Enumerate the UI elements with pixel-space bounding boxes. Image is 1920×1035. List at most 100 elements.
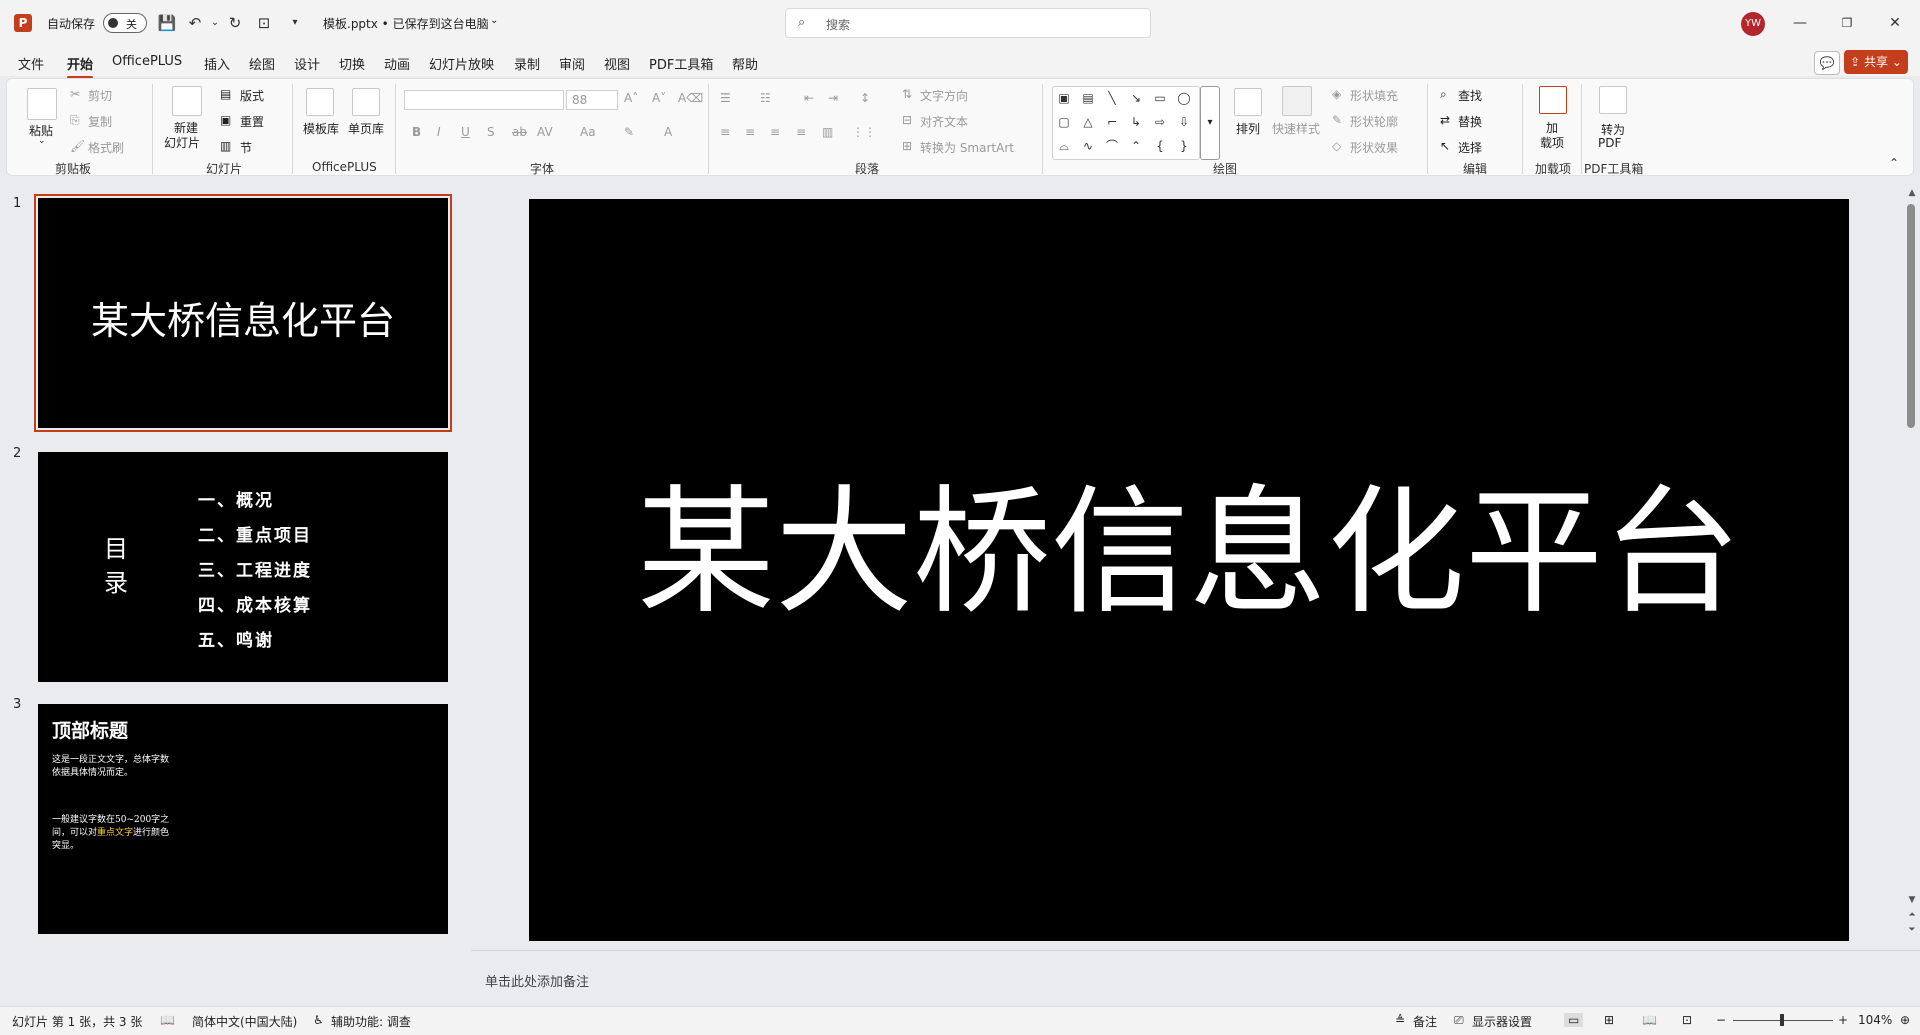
increase-font-icon[interactable]: A˄ [624,91,638,105]
format-painter-icon[interactable]: 🖌 [70,139,85,153]
font-color-icon[interactable]: A [664,125,672,139]
left-brace-icon[interactable]: { [1151,137,1169,155]
convert-pdf-icon[interactable] [1599,86,1627,114]
character-spacing-icon[interactable]: AV [537,125,553,139]
new-slide-label-2[interactable]: 幻灯片 [164,134,200,151]
addins-icon[interactable] [1539,86,1567,114]
redo-icon[interactable]: ↻ [224,12,246,34]
present-from-start-icon[interactable]: ⊡ [253,12,275,34]
align-text-button[interactable]: 对齐文本 [920,113,968,130]
numbering-icon[interactable]: ☷ [760,91,771,105]
shape-fill-icon[interactable]: ◈ [1332,87,1341,101]
language-indicator[interactable]: 简体中文(中国大陆) [192,1013,297,1030]
decrease-font-icon[interactable]: A˅ [652,91,666,105]
increase-indent-icon[interactable]: ⇥ [828,91,838,105]
zoom-in-icon[interactable]: + [1838,1013,1848,1027]
next-slide-icon[interactable]: ⏷ [1906,925,1918,935]
convert-pdf-label-2[interactable]: PDF [1598,136,1621,150]
tab-design[interactable]: 设计 [294,54,320,73]
current-slide-canvas[interactable]: 某大桥信息化平台 [529,199,1849,941]
shapes-gallery[interactable]: ▣ ▤ ╲ ↘ ▭ ◯ ▢ △ ⌐ ↳ ⇨ ⇩ ⌓ ∿ ⌒ ⌃ { } [1052,86,1200,160]
arrange-icon[interactable] [1234,88,1262,116]
align-left-icon[interactable]: ≡ [720,125,730,139]
smartart-icon[interactable]: ⊞ [902,139,912,153]
tab-view[interactable]: 视图 [604,54,630,73]
notes-placeholder[interactable]: 单击此处添加备注 [485,971,589,990]
copy-icon[interactable]: ⎘ [70,113,80,128]
line-spacing-icon[interactable]: ↕ [860,91,870,105]
vertical-text-box-icon[interactable]: ▤ [1079,89,1097,107]
decrease-indent-icon[interactable]: ⇤ [804,91,814,105]
scrollbar-thumb[interactable] [1907,204,1915,428]
shape-effects-icon[interactable]: ◇ [1332,139,1341,153]
text-box-icon[interactable]: ▣ [1055,89,1073,107]
find-icon[interactable]: ⌕ [1440,87,1447,102]
font-name-field[interactable] [404,90,564,110]
rounded-rectangle-icon[interactable]: ▢ [1055,113,1073,131]
right-brace-icon[interactable]: } [1175,137,1193,155]
shape-outline-button[interactable]: 形状轮廓 [1350,113,1398,130]
freeform-icon[interactable]: ∿ [1079,137,1097,155]
tab-transitions[interactable]: 切换 [339,54,365,73]
select-icon[interactable]: ↖ [1440,139,1450,153]
comments-icon[interactable]: 💬 [1814,51,1840,75]
document-menu-chevron-icon[interactable]: ⌄ [490,15,498,26]
restore-icon[interactable]: ❐ [1832,12,1862,34]
strikethrough-icon[interactable]: ab [512,125,527,139]
oval-icon[interactable]: ◯ [1175,89,1193,107]
align-text-icon[interactable]: ⊟ [902,113,912,127]
tab-help[interactable]: 帮助 [732,54,758,73]
spelling-icon[interactable]: 📖 [160,1013,175,1027]
scroll-up-icon[interactable]: ▲ [1906,188,1918,198]
zoom-out-icon[interactable]: − [1716,1013,1726,1027]
reading-view-icon[interactable]: 📖 [1642,1013,1657,1027]
tab-review[interactable]: 审阅 [559,54,585,73]
fit-to-window-icon[interactable]: ⊕ [1900,1013,1910,1027]
shapes-more-icon[interactable]: ▾ [1200,86,1220,160]
slide-thumbnail-2[interactable]: 目 录 一、概况 二、重点项目 三、工程进度 四、成本核算 五、鸣谢 [38,452,448,682]
new-slide-icon[interactable] [172,86,202,116]
user-avatar[interactable]: YW [1741,12,1765,36]
align-center-icon[interactable]: ≡ [745,125,755,139]
text-direction-icon[interactable]: ⇅ [902,87,912,101]
align-right-icon[interactable]: ≡ [770,125,780,139]
justify-icon[interactable]: ≡ [796,125,806,139]
scroll-down-icon[interactable]: ▼ [1906,895,1918,905]
collapse-ribbon-icon[interactable]: ⌃ [1889,156,1899,170]
reset-icon[interactable]: ▣ [220,113,231,127]
arc-icon[interactable]: ⌒ [1103,137,1121,155]
italic-icon[interactable]: I [437,125,441,139]
bullets-icon[interactable]: ☰ [720,91,731,105]
save-icon[interactable]: 💾 [156,12,178,34]
paste-icon[interactable] [27,88,57,120]
autosave-toggle[interactable]: 关 [103,13,147,33]
tab-draw[interactable]: 绘图 [249,54,275,73]
columns-icon[interactable]: ▥ [822,125,833,139]
replace-button[interactable]: 替换 [1458,113,1482,130]
customize-qat-icon[interactable]: ▾ [284,12,306,34]
slideshow-view-icon[interactable]: ⊡ [1682,1013,1692,1027]
notes-toggle-icon[interactable]: ≜ [1395,1013,1405,1027]
paste-dropdown-icon[interactable]: ⌄ [38,136,46,146]
layout-button[interactable]: 版式 [240,87,264,104]
tab-record[interactable]: 录制 [514,54,540,73]
rectangle-icon[interactable]: ▭ [1151,89,1169,107]
change-case-icon[interactable]: Aa [580,125,596,139]
copy-button[interactable]: 复制 [88,113,112,130]
right-arrow-icon[interactable]: ⇨ [1151,113,1169,131]
tab-insert[interactable]: 插入 [204,54,230,73]
notes-pane[interactable] [471,950,1920,1005]
replace-icon[interactable]: ⇄ [1440,113,1450,127]
quick-styles-button[interactable]: 快速样式 [1272,120,1320,137]
zoom-slider-handle[interactable] [1780,1014,1784,1026]
slide-title[interactable]: 某大桥信息化平台 [529,484,1849,622]
find-button[interactable]: 查找 [1458,87,1482,104]
underline-icon[interactable]: U [461,125,470,139]
tab-officeplus[interactable]: OfficePLUS [112,54,182,69]
text-shadow-icon[interactable]: S [487,125,495,139]
layout-icon[interactable]: ▤ [220,87,231,101]
tab-file[interactable]: 文件 [18,54,44,73]
shape-effects-button[interactable]: 形状效果 [1350,139,1398,156]
close-icon[interactable]: ✕ [1880,12,1910,34]
slide-thumbnail-3[interactable]: 顶部标题 这是一段正文文字，总体字数依据具体情况而定。 一般建议字数在50~20… [38,704,448,934]
